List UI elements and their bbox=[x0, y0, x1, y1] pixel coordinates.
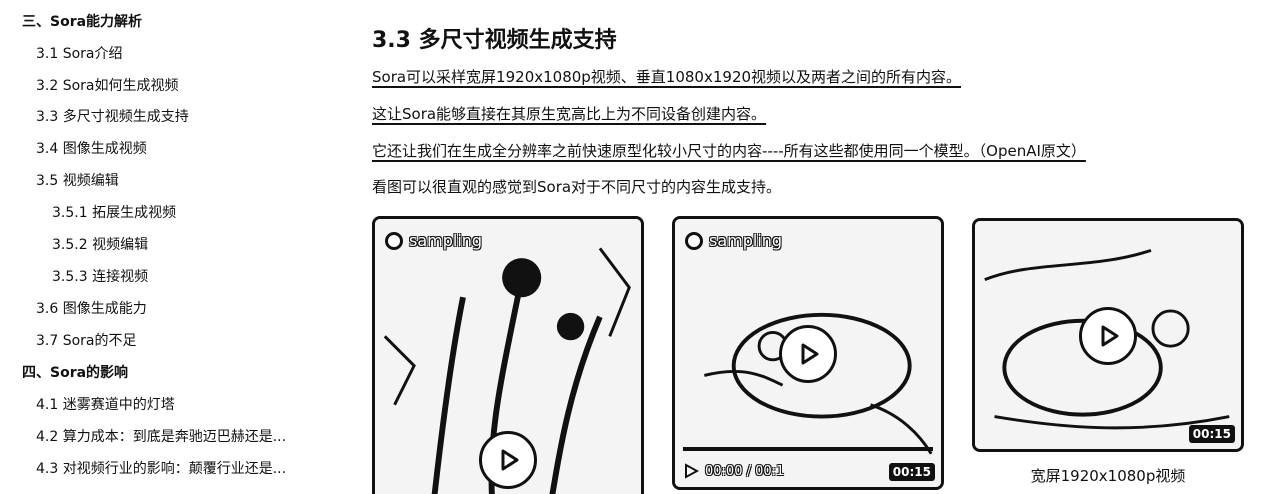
section-heading: 3.3 多尺寸视频生成支持 bbox=[372, 28, 617, 53]
toc-item-3-5[interactable]: 3.5 视频编辑 bbox=[36, 171, 119, 191]
play-icon bbox=[501, 449, 519, 471]
video-duration: 00:15 bbox=[888, 463, 935, 481]
paragraph-1: Sora可以采样宽屏1920x1080p视频、垂直1080x1920视频以及两者… bbox=[372, 68, 962, 86]
toc-item-4-1[interactable]: 4.1 迷雾赛道中的灯塔 bbox=[36, 395, 175, 415]
play-button[interactable] bbox=[779, 325, 837, 383]
video-controls: 00:00 / 00:1 bbox=[683, 463, 784, 479]
sampling-label: sampling bbox=[709, 231, 783, 250]
toc-item-4-2[interactable]: 4.2 算力成本：到底是奔驰迈巴赫还是... bbox=[36, 427, 286, 447]
toc-item-3-4[interactable]: 3.4 图像生成视频 bbox=[36, 139, 147, 159]
sampling-icon bbox=[685, 231, 703, 250]
toc-item-3-7[interactable]: 3.7 Sora的不足 bbox=[36, 331, 137, 351]
table-of-contents: 三、Sora能力解析 3.1 Sora介绍 3.2 Sora如何生成视频 3.3… bbox=[0, 0, 340, 494]
video-player-square[interactable]: sampling 00:00 / 00:1 00:15 bbox=[672, 216, 944, 490]
toc-section-4[interactable]: 四、Sora的影响 bbox=[22, 363, 128, 383]
video-player-wide[interactable]: 00:15 bbox=[972, 218, 1244, 452]
paragraph-2: 这让Sora能够直接在其原生宽高比上为不同设备创建内容。 bbox=[372, 105, 767, 123]
toc-item-4-3[interactable]: 4.3 对视频行业的影响：颠覆行业还是... bbox=[36, 459, 286, 479]
video-caption-wide: 宽屏1920x1080p视频 bbox=[1030, 467, 1186, 485]
toc-item-3-5-1[interactable]: 3.5.1 拓展生成视频 bbox=[52, 203, 176, 223]
play-button[interactable] bbox=[1079, 307, 1137, 365]
video-progress-bar[interactable] bbox=[683, 447, 933, 451]
sampling-label: sampling bbox=[409, 231, 483, 250]
sampling-icon bbox=[385, 231, 403, 250]
toc-section-3[interactable]: 三、Sora能力解析 bbox=[22, 12, 142, 32]
toc-item-3-5-2[interactable]: 3.5.2 视频编辑 bbox=[52, 235, 148, 255]
video-duration: 00:15 bbox=[1188, 425, 1235, 443]
toc-item-3-6[interactable]: 3.6 图像生成能力 bbox=[36, 299, 147, 319]
toc-item-3-3[interactable]: 3.3 多尺寸视频生成支持 bbox=[36, 107, 189, 127]
play-icon bbox=[801, 343, 819, 365]
paragraph-3: 它还让我们在生成全分辨率之前快速原型化较小尺寸的内容----所有这些都使用同一个… bbox=[372, 142, 1086, 160]
play-icon[interactable] bbox=[683, 463, 699, 479]
play-button[interactable] bbox=[479, 431, 537, 489]
video-player-vertical[interactable]: sampling bbox=[372, 216, 644, 494]
toc-item-3-1[interactable]: 3.1 Sora介绍 bbox=[36, 44, 123, 64]
play-icon bbox=[1101, 325, 1119, 347]
toc-item-3-5-3[interactable]: 3.5.3 连接视频 bbox=[52, 267, 148, 287]
paragraph-4: 看图可以很直观的感觉到Sora对于不同尺寸的内容生成支持。 bbox=[372, 178, 782, 196]
video-time: 00:00 / 00:1 bbox=[705, 463, 785, 479]
sampling-badge: sampling bbox=[385, 231, 482, 250]
sampling-badge: sampling bbox=[685, 231, 782, 250]
article-content: 3.3 多尺寸视频生成支持 Sora可以采样宽屏1920x1080p视频、垂直1… bbox=[372, 0, 1252, 494]
toc-item-3-2[interactable]: 3.2 Sora如何生成视频 bbox=[36, 76, 179, 96]
